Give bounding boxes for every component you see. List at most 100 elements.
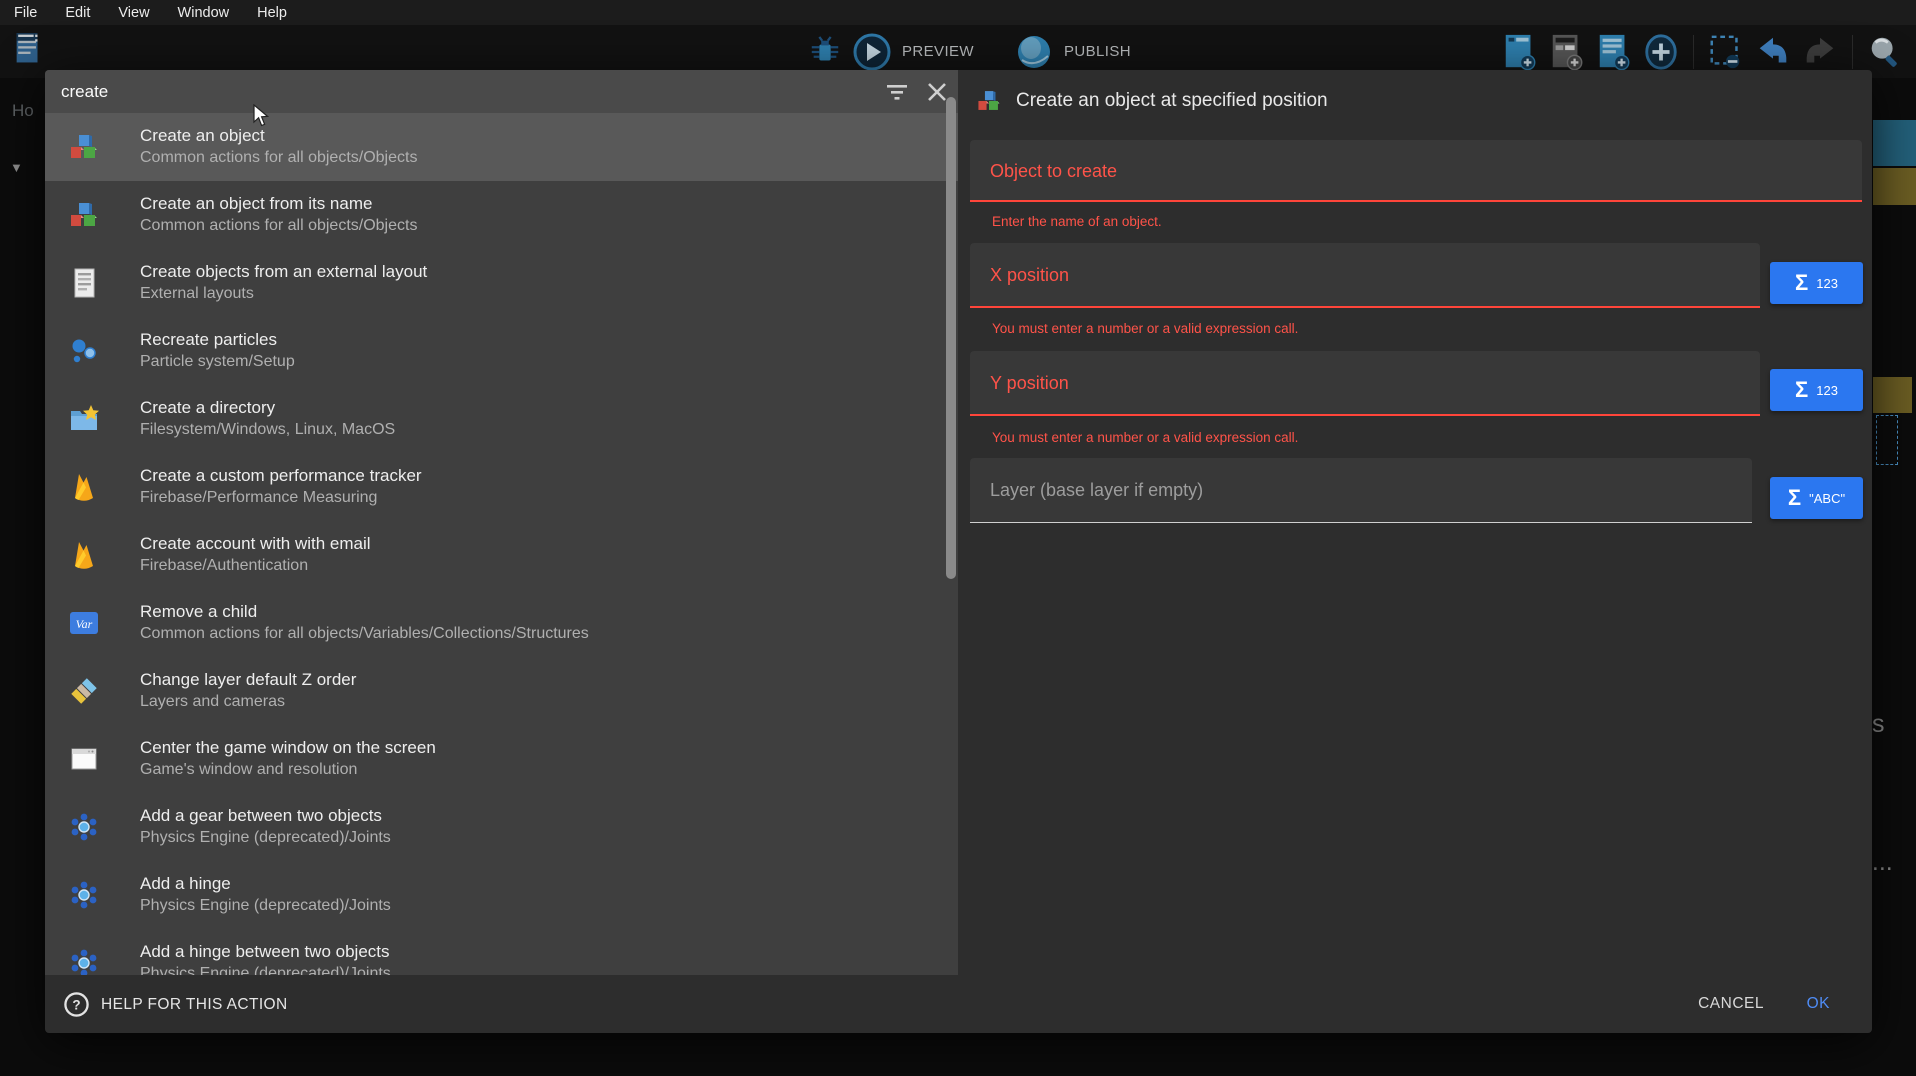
sigma-button-label: 123: [1816, 383, 1838, 398]
param-field-3[interactable]: Y position: [970, 351, 1760, 416]
result-subtitle: Filesystem/Windows, Linux, MacOS: [140, 419, 395, 441]
debug-icon[interactable]: [808, 35, 842, 69]
menu-bar: File Edit View Window Help: [0, 0, 1916, 25]
search-result-row[interactable]: Recreate particlesParticle system/Setup: [45, 317, 958, 385]
result-subtitle: Game's window and resolution: [140, 759, 436, 781]
instruction-editor-dialog: create Create an objectCommon actions fo…: [45, 70, 1872, 1033]
menu-item-help[interactable]: Help: [257, 5, 287, 21]
bg-text-fragment-s: s: [1872, 710, 1885, 739]
search-result-row[interactable]: Add a hingePhysics Engine (deprecated)/J…: [45, 861, 958, 929]
search-result-row[interactable]: Add a gear between two objectsPhysics En…: [45, 793, 958, 861]
help-button[interactable]: ? HELP FOR THIS ACTION: [63, 991, 288, 1018]
result-title: Center the game window on the screen: [140, 737, 436, 759]
doc-add-blue-icon[interactable]: [1501, 33, 1539, 71]
project-manager-icon[interactable]: [12, 30, 46, 64]
search-result-row[interactable]: Add a hinge between two objectsPhysics E…: [45, 929, 958, 975]
object-cubes-icon: [68, 131, 100, 163]
ok-button[interactable]: OK: [1807, 995, 1830, 1013]
help-button-label: HELP FOR THIS ACTION: [101, 996, 288, 1014]
action-parameters-panel: Create an object at specified position O…: [958, 70, 1872, 975]
result-subtitle: Physics Engine (deprecated)/Joints: [140, 827, 391, 849]
help-circle-icon: ?: [63, 991, 90, 1018]
expression-builder-button[interactable]: Σ 123: [1770, 262, 1863, 304]
param-field-4[interactable]: Layer (base layer if empty): [970, 458, 1752, 523]
preview-button[interactable]: PREVIEW: [902, 43, 974, 60]
dialog-footer: ? HELP FOR THIS ACTION CANCEL OK: [45, 975, 1872, 1033]
action-search-panel: create Create an objectCommon actions fo…: [45, 70, 958, 975]
undo-icon[interactable]: [1754, 33, 1792, 71]
particles-icon: [68, 335, 100, 367]
search-result-row[interactable]: Change layer default Z orderLayers and c…: [45, 657, 958, 725]
sigma-icon: Σ: [1795, 379, 1808, 401]
result-subtitle: Physics Engine (deprecated)/Joints: [140, 963, 391, 975]
doc-add-lines-icon[interactable]: [1595, 33, 1633, 71]
scrollbar-thumb[interactable]: [946, 97, 956, 579]
result-subtitle: Firebase/Authentication: [140, 555, 371, 577]
sigma-icon: Σ: [1795, 272, 1808, 294]
search-input[interactable]: create: [61, 70, 108, 113]
field-error-text: You must enter a number or a valid expre…: [992, 430, 1298, 445]
mouse-cursor: [253, 104, 270, 128]
expression-builder-button[interactable]: Σ"ABC": [1770, 477, 1863, 519]
search-result-list: Create an objectCommon actions for all o…: [45, 113, 958, 975]
menu-item-file[interactable]: File: [14, 5, 37, 21]
add-circle-icon[interactable]: [1642, 33, 1680, 71]
bg-selection-dashed: [1876, 415, 1898, 465]
external-layout-icon: [68, 267, 100, 299]
search-result-row[interactable]: Create a directoryFilesystem/Windows, Li…: [45, 385, 958, 453]
svg-text:Var: Var: [76, 617, 93, 631]
cancel-button[interactable]: CANCEL: [1698, 995, 1764, 1013]
home-tab-fragment: Ho: [12, 101, 34, 121]
folder-new-icon: [68, 403, 100, 435]
field-error-text: Enter the name of an object.: [992, 214, 1162, 229]
param-field-2[interactable]: X position: [970, 243, 1760, 308]
doc-add-gray-icon[interactable]: [1548, 33, 1586, 71]
menu-item-view[interactable]: View: [118, 5, 149, 21]
search-result-row[interactable]: Center the game window on the screenGame…: [45, 725, 958, 793]
chevron-down-icon[interactable]: ▼: [10, 160, 23, 175]
result-subtitle: Particle system/Setup: [140, 351, 295, 373]
search-result-row[interactable]: Create an objectCommon actions for all o…: [45, 113, 958, 181]
publish-button[interactable]: PUBLISH: [1064, 43, 1131, 60]
search-icon[interactable]: [1866, 33, 1904, 71]
result-title: Create a custom performance tracker: [140, 465, 422, 487]
search-result-row[interactable]: Create objects from an external layoutEx…: [45, 249, 958, 317]
physics-joint-icon: [68, 879, 100, 911]
result-title: Remove a child: [140, 601, 589, 623]
result-subtitle: Common actions for all objects/Objects: [140, 147, 417, 169]
physics-joint-icon: [68, 811, 100, 843]
menu-item-edit[interactable]: Edit: [65, 5, 90, 21]
search-result-row[interactable]: Create account with with emailFirebase/A…: [45, 521, 958, 589]
filter-icon[interactable]: [883, 78, 911, 106]
result-subtitle: Firebase/Performance Measuring: [140, 487, 422, 509]
param-field-1[interactable]: Object to create: [970, 140, 1862, 202]
bg-olive-block-2: [1873, 377, 1912, 413]
firebase-icon: [68, 471, 100, 503]
field-placeholder: X position: [990, 243, 1069, 308]
result-title: Add a gear between two objects: [140, 805, 391, 827]
result-title: Create an object from its name: [140, 193, 417, 215]
result-subtitle: Layers and cameras: [140, 691, 356, 713]
search-result-row[interactable]: Var Remove a childCommon actions for all…: [45, 589, 958, 657]
field-placeholder: Layer (base layer if empty): [990, 458, 1203, 523]
search-result-row[interactable]: Create an object from its nameCommon act…: [45, 181, 958, 249]
redo-icon[interactable]: [1801, 33, 1839, 71]
deselect-icon[interactable]: [1707, 33, 1745, 71]
sigma-button-label: 123: [1816, 276, 1838, 291]
expression-builder-button[interactable]: Σ 123: [1770, 369, 1863, 411]
menu-item-window[interactable]: Window: [178, 5, 230, 21]
physics-joint-icon: [68, 947, 100, 975]
search-header: create: [45, 70, 958, 113]
field-placeholder: Y position: [990, 351, 1069, 416]
publish-sphere-icon[interactable]: [1014, 32, 1054, 72]
result-title: Create account with with email: [140, 533, 371, 555]
result-subtitle: Physics Engine (deprecated)/Joints: [140, 895, 391, 917]
result-subtitle: External layouts: [140, 283, 427, 305]
result-title: Create a directory: [140, 397, 395, 419]
sigma-icon: Σ: [1788, 487, 1801, 509]
svg-text:?: ?: [72, 997, 80, 1012]
field-error-text: You must enter a number or a valid expre…: [992, 321, 1298, 336]
search-result-row[interactable]: Create a custom performance trackerFireb…: [45, 453, 958, 521]
result-subtitle: Common actions for all objects/Objects: [140, 215, 417, 237]
play-icon[interactable]: [852, 32, 892, 72]
